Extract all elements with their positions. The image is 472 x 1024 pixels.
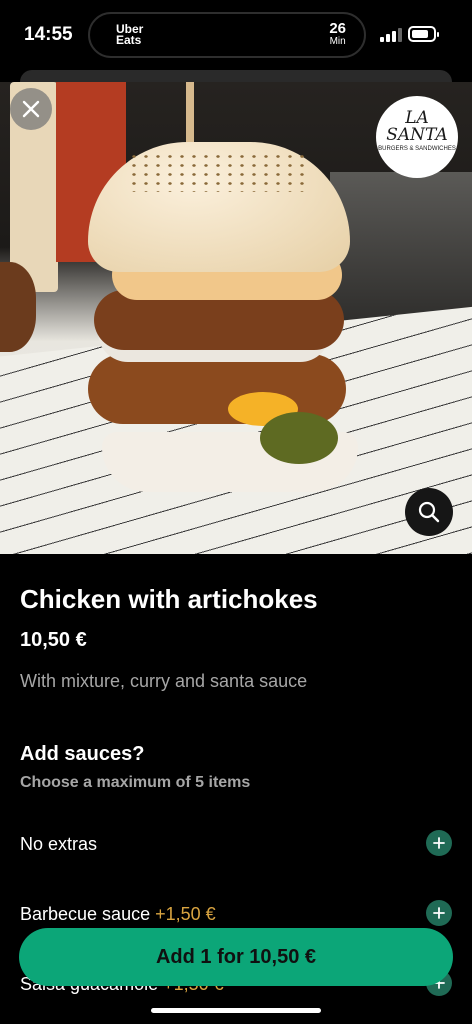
status-bar: 14:55 Uber Eats 26 Min [0, 0, 472, 70]
item-title: Chicken with artichokes [20, 584, 318, 614]
battery-icon [408, 26, 439, 42]
option-name: Barbecue sauce [20, 904, 151, 924]
restaurant-logo: LA SANTA BURGERS & SANDWICHES [376, 96, 458, 178]
cellular-signal-icon [380, 28, 402, 42]
uber-eats-logo: Uber Eats [116, 22, 144, 47]
logo-tagline: BURGERS & SANDWICHES [378, 146, 456, 152]
zoom-image-button[interactable] [405, 488, 453, 536]
option-label: Barbecue sauce +1,50 € [20, 904, 216, 925]
burger [88, 82, 358, 492]
eta-value: 26 [329, 20, 346, 37]
home-indicator[interactable] [151, 1008, 321, 1013]
plus-icon [433, 907, 445, 919]
logo-line2: SANTA [386, 125, 448, 145]
option-row-no-extras[interactable]: No extras [20, 830, 452, 860]
add-option-button[interactable] [426, 830, 452, 856]
close-icon [22, 100, 40, 118]
add-to-cart-button[interactable]: Add 1 for 10,50 € [19, 928, 453, 986]
pickle [260, 412, 338, 464]
eta-readout: 26 Min [329, 21, 346, 47]
item-description: With mixture, curry and santa sauce [20, 671, 308, 691]
search-icon [418, 501, 440, 523]
plus-icon [433, 837, 445, 849]
option-price: +1,50 € [155, 904, 216, 924]
sauces-section-title: Add sauces? [20, 743, 145, 765]
option-row-barbecue-sauce[interactable]: Barbecue sauce +1,50 € [20, 900, 452, 930]
bun-top [88, 142, 350, 272]
side-burger [0, 262, 36, 352]
option-name: No extras [20, 834, 98, 854]
item-price: 10,50 € [20, 629, 87, 651]
add-option-button[interactable] [426, 900, 452, 926]
live-activity-pill[interactable]: Uber Eats 26 Min [88, 12, 366, 58]
status-time: 14:55 [24, 24, 73, 45]
sauces-section-subtitle: Choose a maximum of 5 items [20, 774, 251, 791]
option-label: No extras [20, 834, 97, 855]
eta-unit: Min [329, 36, 346, 47]
close-button[interactable] [10, 88, 52, 130]
